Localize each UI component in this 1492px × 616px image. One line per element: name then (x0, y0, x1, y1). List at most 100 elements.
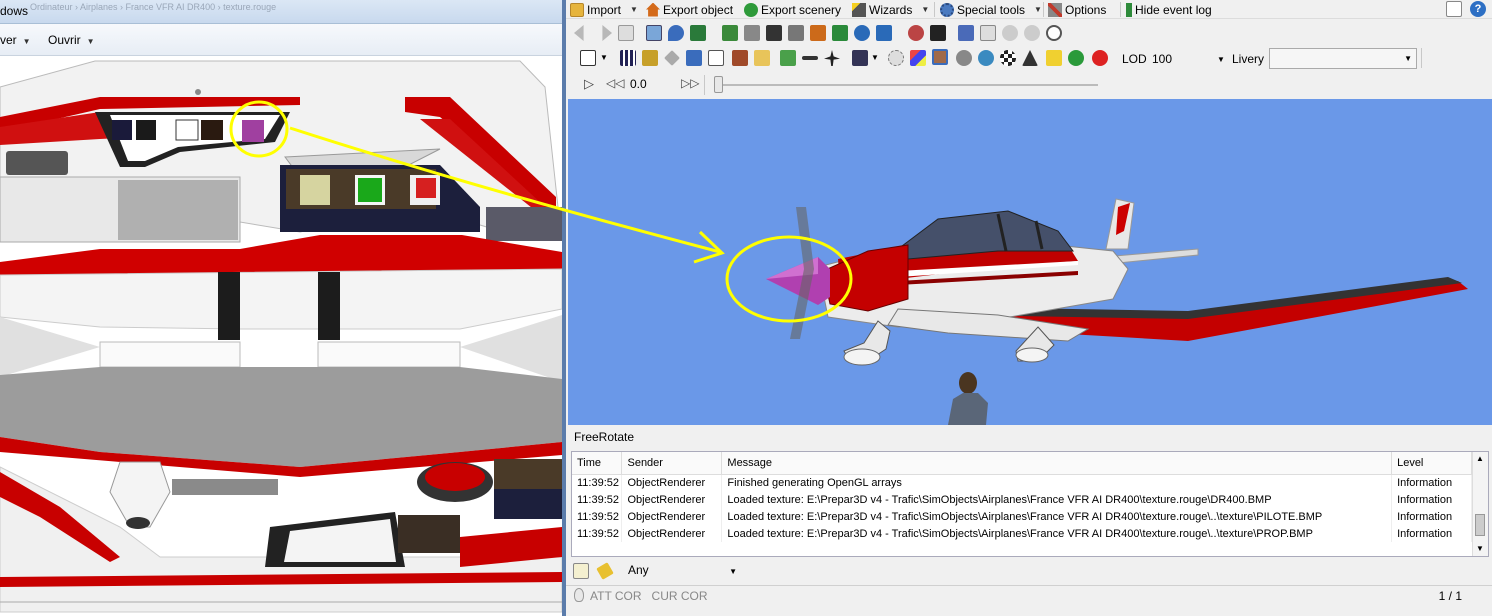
layout-icon[interactable] (1446, 1, 1462, 17)
export-scenery-button[interactable]: Export scenery (744, 0, 841, 19)
page-indicator: 1 / 1 (1438, 589, 1462, 603)
zoom-icon[interactable] (646, 25, 662, 41)
lightbulb-icon (574, 588, 584, 602)
document-icon[interactable] (618, 25, 634, 41)
link-icon[interactable] (908, 25, 924, 41)
render-camera-icon[interactable] (852, 50, 868, 66)
settings-icon[interactable] (888, 50, 904, 66)
image-icon[interactable] (722, 25, 738, 41)
material-icon[interactable] (744, 25, 760, 41)
swatch-navy (112, 120, 132, 140)
chevron-down-icon[interactable]: ▼ (600, 53, 608, 62)
grid-icon[interactable] (620, 50, 636, 66)
pin-icon[interactable] (668, 25, 684, 41)
world-icon[interactable] (854, 25, 870, 41)
undo-icon[interactable] (1002, 25, 1018, 41)
chevron-down-icon[interactable]: ▼ (871, 53, 879, 62)
table-row[interactable]: 11:39:52 ObjectRenderer Loaded texture: … (572, 508, 1472, 525)
scenery-icon[interactable] (876, 25, 892, 41)
sphere-icon[interactable] (956, 50, 972, 66)
col-level-header[interactable]: Level (1391, 452, 1472, 475)
pencil-icon[interactable] (664, 50, 680, 66)
separator (1120, 2, 1121, 17)
ground-icon[interactable] (780, 50, 796, 66)
clock-icon[interactable] (1046, 25, 1062, 41)
event-filter-bar: Any ▼ (571, 560, 1489, 582)
3d-viewport[interactable] (568, 99, 1492, 425)
lod-select[interactable]: 100 (1152, 52, 1222, 66)
cell-message: Finished generating OpenGL arrays (721, 474, 1393, 491)
notes-icon[interactable] (980, 25, 996, 41)
separator (934, 2, 935, 17)
import-button[interactable]: Import ▼ (570, 0, 638, 19)
redo-icon[interactable] (1024, 25, 1040, 41)
brick-icon[interactable] (732, 50, 748, 66)
render-toolbar: ▼ ▼ LOD 100 ▼ Livery ▼ (566, 45, 1492, 72)
spark-icon[interactable] (642, 50, 658, 66)
hierarchy-icon[interactable] (690, 25, 706, 41)
table-row[interactable]: 11:39:52 ObjectRenderer Finished generat… (572, 474, 1472, 491)
time-field[interactable]: 0.0 (630, 77, 680, 91)
time-slider-thumb[interactable] (714, 76, 723, 93)
box-icon[interactable] (810, 25, 826, 41)
refresh-icon[interactable] (1068, 50, 1084, 66)
chevron-down-icon: ▼ (1034, 5, 1042, 14)
texture-view-icon[interactable] (932, 49, 948, 65)
shadow-icon[interactable] (1022, 50, 1038, 66)
camera-icon[interactable] (788, 25, 804, 41)
separator (1421, 48, 1422, 68)
light-icon[interactable] (1046, 50, 1062, 66)
edit-note-icon[interactable] (573, 563, 589, 579)
event-log-scrollbar[interactable]: ▲ ▼ (1472, 452, 1488, 556)
tree-icon[interactable] (832, 25, 848, 41)
wireframe-icon[interactable] (686, 50, 702, 66)
cell-time: 11:39:52 (572, 508, 623, 525)
monitor-icon[interactable] (958, 25, 974, 41)
lod-label: LOD (1122, 52, 1147, 66)
run-icon[interactable] (930, 25, 946, 41)
chevron-up-icon[interactable]: ▲ (1476, 454, 1484, 463)
image-viewer-window: Ordinateur › Airplanes › France VFR AI D… (0, 0, 562, 616)
col-time-header[interactable]: Time (572, 452, 623, 475)
folder-icon (570, 2, 584, 17)
chevron-down-icon: ▼ (1404, 54, 1412, 63)
bug-icon[interactable] (1092, 50, 1108, 66)
chevron-down-icon[interactable]: ▼ (1476, 544, 1484, 553)
col-message-header[interactable]: Message (721, 452, 1393, 475)
special-tools-button[interactable]: Special tools ▼ (940, 0, 1042, 19)
table-row[interactable]: 11:39:52 ObjectRenderer Loaded texture: … (572, 525, 1472, 542)
reflection-icon[interactable] (978, 50, 994, 66)
fit-view-icon[interactable] (580, 50, 596, 66)
runway-icon[interactable] (802, 56, 818, 60)
wizards-button[interactable]: Wizards ▼ (852, 0, 929, 19)
cell-level: Information (1391, 508, 1472, 525)
help-icon[interactable]: ? (1470, 1, 1486, 17)
play-icon[interactable]: ▷ (584, 76, 594, 92)
table-row[interactable]: 11:39:52 ObjectRenderer Loaded texture: … (572, 491, 1472, 508)
checker-icon[interactable] (1000, 50, 1016, 66)
options-button[interactable]: Options (1048, 0, 1106, 19)
hide-event-log-button[interactable]: Hide event log (1126, 0, 1212, 19)
menu-item-ouvrir[interactable]: Ouvrir ▼ (48, 33, 95, 47)
airplane-icon[interactable] (824, 50, 840, 66)
fast-forward-icon[interactable]: ▷▷ (681, 76, 699, 90)
broom-icon[interactable] (596, 562, 614, 580)
back-icon[interactable] (574, 25, 584, 41)
texture-icon[interactable] (754, 50, 770, 66)
scrollbar-thumb[interactable] (1475, 514, 1485, 536)
livery-select[interactable]: ▼ (1269, 48, 1417, 69)
cube-icon[interactable] (708, 50, 724, 66)
rewind-icon[interactable]: ◁◁ (606, 76, 624, 90)
cell-message: Loaded texture: E:\Prepar3D v4 - Trafic\… (721, 525, 1393, 542)
export-object-button[interactable]: Export object (646, 0, 733, 19)
level-filter-select[interactable]: Any ▼ (623, 562, 743, 580)
time-slider-track[interactable] (718, 84, 1098, 86)
chevron-down-icon: ▼ (921, 5, 930, 14)
cell-sender: ObjectRenderer (621, 474, 723, 491)
forward-icon[interactable] (602, 25, 612, 41)
menu-item-ver[interactable]: ver ▼ (0, 33, 31, 47)
color-cube-icon[interactable] (910, 50, 926, 66)
col-sender-header[interactable]: Sender (621, 452, 723, 475)
chevron-down-icon[interactable]: ▼ (1217, 55, 1225, 64)
clapper-icon[interactable] (766, 25, 782, 41)
